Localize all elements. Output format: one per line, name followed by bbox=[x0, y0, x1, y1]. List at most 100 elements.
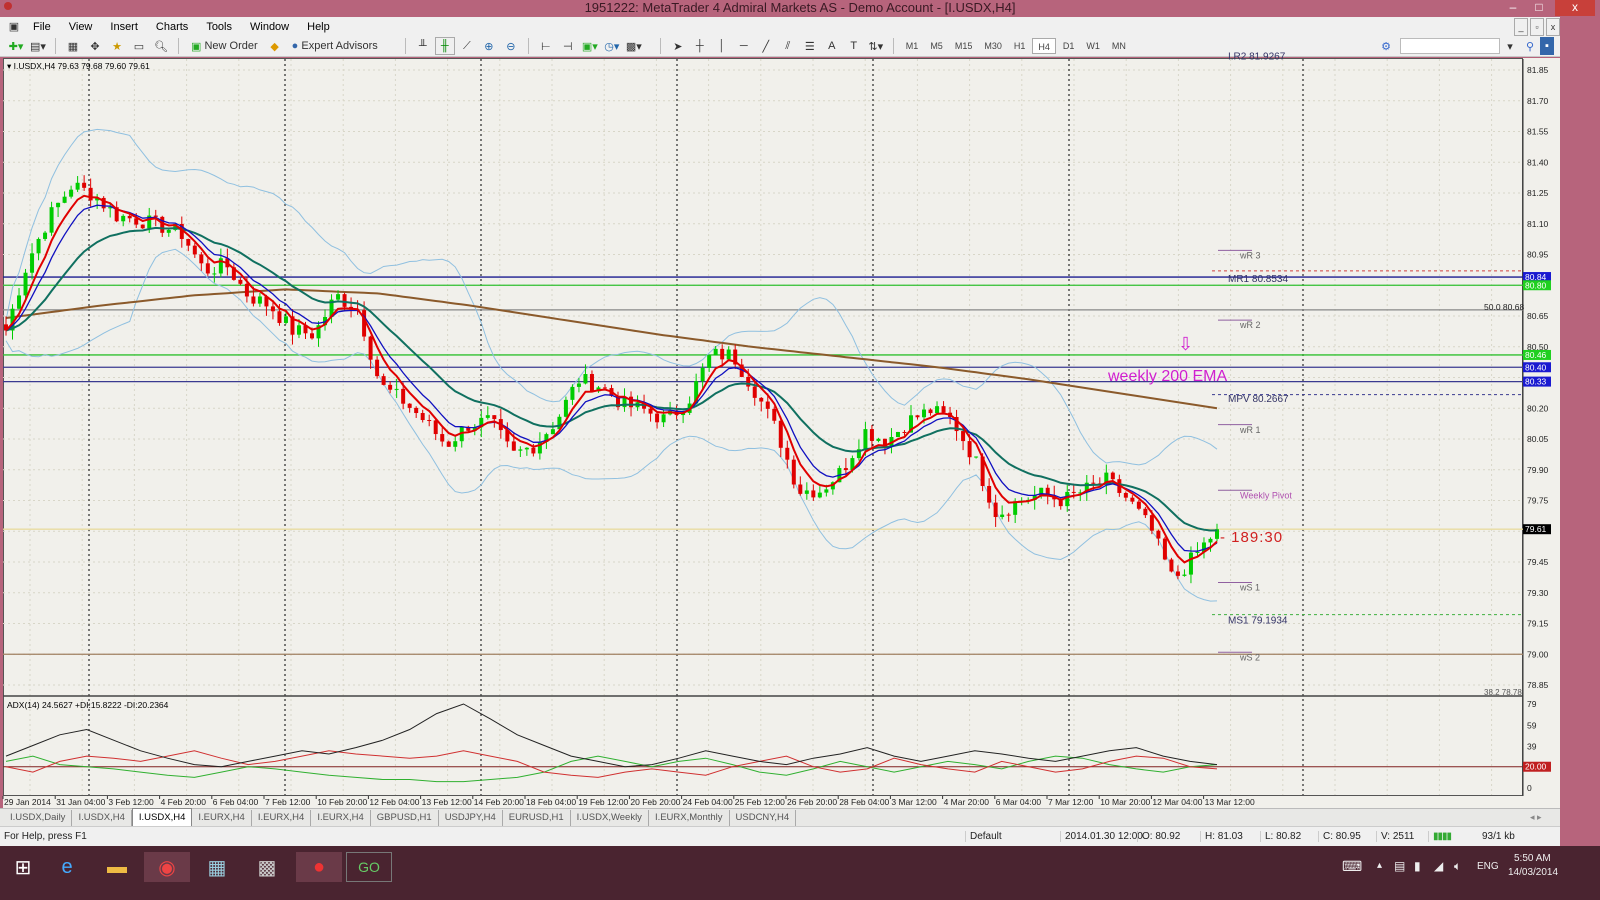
zoom-out-icon[interactable]: ⊖ bbox=[501, 37, 521, 55]
timeframe-h1[interactable]: H1 bbox=[1009, 38, 1031, 54]
keyboard-icon[interactable]: ⌨ bbox=[1342, 858, 1362, 875]
chat-icon[interactable]: ▪ bbox=[1540, 37, 1554, 55]
adx-header: ADX(14) 24.5627 +DI:15.8222 -DI:20.2364 bbox=[7, 700, 169, 710]
candlestick-icon[interactable]: ╫ bbox=[434, 37, 455, 55]
time-axis[interactable] bbox=[3, 796, 1523, 808]
menu-tools[interactable]: Tools bbox=[197, 21, 241, 33]
periods-icon[interactable]: ◷▾ bbox=[602, 37, 622, 55]
connection-icon[interactable]: ▮▮▮▮ bbox=[1428, 831, 1452, 842]
strategy-tester-icon[interactable]: 🔍︎ bbox=[151, 37, 171, 55]
new-order-icon: ▣ bbox=[191, 40, 202, 53]
chart-tab[interactable]: I.EURX,H4 bbox=[252, 810, 312, 826]
navigator-icon[interactable]: ★ bbox=[107, 37, 127, 55]
fibonacci-icon[interactable]: ☰ bbox=[800, 37, 820, 55]
go-app-icon[interactable]: GO bbox=[346, 852, 392, 882]
mdi-icon[interactable]: ▣ bbox=[4, 18, 24, 36]
tray-display-icon[interactable]: ▤ bbox=[1394, 859, 1405, 873]
separator bbox=[404, 38, 406, 54]
menu-help[interactable]: Help bbox=[298, 21, 339, 33]
menu-insert[interactable]: Insert bbox=[101, 21, 147, 33]
clock-date[interactable]: 14/03/2014 bbox=[1508, 867, 1558, 878]
data-window-icon[interactable]: ✥ bbox=[85, 37, 105, 55]
autoscroll-icon[interactable]: ⊢ bbox=[536, 37, 556, 55]
search-dropdown-icon[interactable]: ▾ bbox=[1500, 37, 1520, 55]
calculator-icon[interactable]: ▦ bbox=[194, 852, 240, 882]
chart-tab[interactable]: I.EURX,H4 bbox=[192, 810, 252, 826]
chart-tab[interactable]: USDJPY,H4 bbox=[439, 810, 503, 826]
vertical-line-icon[interactable]: │ bbox=[712, 37, 732, 55]
minimize-button[interactable]: – bbox=[1500, 0, 1526, 16]
start-windows-icon[interactable]: ⊞ bbox=[0, 852, 46, 882]
chart-tab[interactable]: EURUSD,H1 bbox=[503, 810, 571, 826]
search-input[interactable] bbox=[1400, 38, 1500, 54]
cursor-icon[interactable]: ➤ bbox=[668, 37, 688, 55]
timeframe-m1[interactable]: M1 bbox=[901, 38, 924, 54]
timeframe-m15[interactable]: M15 bbox=[950, 38, 978, 54]
settings-gear-icon[interactable]: ⚙ bbox=[1376, 37, 1396, 55]
menu-charts[interactable]: Charts bbox=[147, 21, 197, 33]
child-close-button[interactable]: x bbox=[1546, 17, 1560, 36]
menu-window[interactable]: Window bbox=[241, 21, 298, 33]
timeframe-mn[interactable]: MN bbox=[1107, 38, 1131, 54]
expert-advisors-button[interactable]: ● Expert Advisors bbox=[287, 37, 383, 55]
child-minimize-button[interactable]: _ bbox=[1514, 17, 1528, 36]
network-icon[interactable]: ◢ bbox=[1434, 859, 1443, 873]
language-indicator[interactable]: ENG bbox=[1477, 861, 1499, 872]
chart-tab[interactable]: I.USDX,H4 bbox=[72, 810, 132, 826]
menu-bar: ▣ File View Insert Charts Tools Window H… bbox=[0, 17, 1560, 36]
chart-shift-icon[interactable]: ⊣ bbox=[558, 37, 578, 55]
text-icon[interactable]: A bbox=[822, 37, 842, 55]
tray-expand-icon[interactable]: ▴ bbox=[1377, 860, 1382, 871]
line-chart-icon[interactable]: ⟋ bbox=[457, 37, 477, 55]
menu-file[interactable]: File bbox=[24, 21, 60, 33]
terminal-icon[interactable]: ▭ bbox=[129, 37, 149, 55]
child-restore-button[interactable]: ▫ bbox=[1530, 17, 1544, 36]
profiles-icon[interactable]: ▤▾ bbox=[28, 37, 48, 55]
separator bbox=[659, 38, 661, 54]
clock-time[interactable]: 5:50 AM bbox=[1514, 853, 1551, 864]
templates-icon[interactable]: ▩▾ bbox=[624, 37, 644, 55]
new-chart-icon[interactable]: ✚▾ bbox=[6, 37, 26, 55]
battery-icon[interactable]: ▮ bbox=[1414, 859, 1421, 873]
text-label-icon[interactable]: T bbox=[844, 37, 864, 55]
arrows-icon[interactable]: ⇅▾ bbox=[866, 37, 886, 55]
timeframe-m5[interactable]: M5 bbox=[925, 38, 948, 54]
zoom-in-icon[interactable]: ⊕ bbox=[479, 37, 499, 55]
file-explorer-icon[interactable]: ▬ bbox=[94, 852, 140, 882]
channel-icon[interactable]: ⫽ bbox=[778, 37, 798, 55]
chart-tab[interactable]: I.EURX,H4 bbox=[311, 810, 371, 826]
timeframe-m30[interactable]: M30 bbox=[979, 38, 1007, 54]
price-axis[interactable] bbox=[1523, 58, 1560, 808]
bar-chart-icon[interactable]: ╨ bbox=[413, 37, 433, 55]
app-icon[interactable]: ▩ bbox=[244, 852, 290, 882]
search-icon[interactable]: ⚲ bbox=[1520, 37, 1540, 55]
market-watch-icon[interactable]: ▦ bbox=[63, 37, 83, 55]
chart-tab[interactable]: USDCNY,H4 bbox=[730, 810, 797, 826]
chart-tab[interactable]: I.USDX,Weekly bbox=[571, 810, 649, 826]
timeframe-d1[interactable]: D1 bbox=[1058, 38, 1080, 54]
horizontal-line-icon[interactable]: ─ bbox=[734, 37, 754, 55]
internet-explorer-icon[interactable]: e bbox=[44, 852, 90, 882]
chrome-icon[interactable]: ◉ bbox=[144, 852, 190, 882]
app-icon bbox=[4, 2, 12, 10]
chart-tabs: I.USDX,Daily I.USDX,H4 I.USDX,H4 I.EURX,H4 I… bbox=[0, 808, 1560, 826]
chart-tab[interactable]: I.USDX,H4 bbox=[131, 808, 193, 826]
metaeditor-icon[interactable]: ◆ bbox=[265, 37, 285, 55]
chart-area[interactable] bbox=[3, 58, 1523, 796]
timeframe-h4[interactable]: H4 bbox=[1032, 38, 1056, 54]
close-button[interactable]: x bbox=[1555, 0, 1595, 16]
maximize-button[interactable]: □ bbox=[1526, 0, 1552, 16]
indicators-icon[interactable]: ▣▾ bbox=[580, 37, 600, 55]
chart-tab[interactable]: GBPUSD,H1 bbox=[371, 810, 439, 826]
menu-view[interactable]: View bbox=[60, 21, 102, 33]
volume-icon[interactable]: 🔈︎ bbox=[1454, 859, 1461, 874]
trendline-icon[interactable]: ╱ bbox=[756, 37, 776, 55]
metatrader-icon[interactable]: ● bbox=[296, 852, 342, 882]
tab-scroll-arrows[interactable]: ◂ ▸ bbox=[1530, 812, 1542, 823]
crosshair-icon[interactable]: ┼ bbox=[690, 37, 710, 55]
chart-tab[interactable]: I.USDX,Daily bbox=[4, 810, 73, 826]
timeframe-w1[interactable]: W1 bbox=[1081, 38, 1105, 54]
new-order-button[interactable]: ▣ New Order bbox=[186, 37, 263, 55]
chart-tab[interactable]: I.EURX,Monthly bbox=[649, 810, 730, 826]
fib-50-label: 50.0 80.68 bbox=[1484, 302, 1525, 312]
